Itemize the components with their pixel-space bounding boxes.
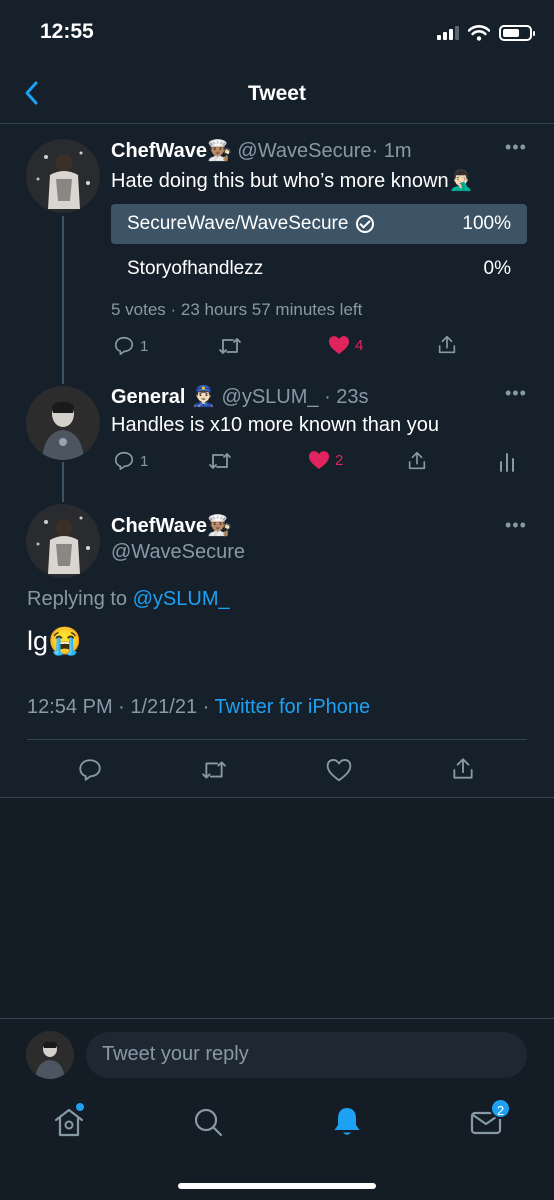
user-handle[interactable]: @WaveSecure	[111, 541, 245, 564]
search-icon	[194, 1108, 223, 1137]
page-title: Tweet	[248, 82, 306, 105]
tweet-text-content: Hate doing this but who’s more known	[111, 170, 449, 192]
thread-line	[62, 462, 64, 502]
messages-badge: 2	[490, 1098, 511, 1119]
more-options-button[interactable]: •••	[505, 137, 527, 158]
tweet-header: ChefWave👨🏽‍🍳 @WaveSecure· 1m	[111, 138, 411, 163]
reply-button[interactable]	[77, 757, 103, 783]
text-emoji: 😭	[48, 626, 82, 656]
poll-option: Storyofhandlezz 0%	[111, 249, 527, 289]
tweet-text: lg😭	[27, 625, 82, 657]
heart-filled-icon	[329, 336, 349, 355]
divider	[27, 739, 527, 740]
share-button[interactable]	[436, 334, 458, 356]
new-content-dot	[76, 1103, 84, 1111]
current-user-avatar[interactable]	[26, 1031, 74, 1079]
display-name[interactable]: ChefWave	[111, 140, 207, 162]
source-link[interactable]: Twitter for iPhone	[215, 696, 371, 718]
user-handle[interactable]: @ySLUM_	[222, 386, 319, 408]
reply-button[interactable]: 1	[113, 335, 148, 357]
tab-bar: 2	[0, 1090, 554, 1200]
tweet-time: · 1m	[371, 140, 412, 162]
status-icons	[437, 22, 535, 44]
display-name[interactable]: ChefWave👨🏽‍🍳	[111, 513, 232, 538]
replying-prefix: Replying to	[27, 588, 128, 610]
name-emoji: 👨🏽‍🍳	[206, 515, 232, 537]
avatar[interactable]	[26, 386, 100, 460]
more-options-button[interactable]: •••	[505, 515, 527, 536]
check-circle-icon	[356, 215, 375, 233]
poll-option-percent: 0%	[483, 258, 511, 279]
more-options-button[interactable]: •••	[505, 383, 527, 404]
tab-messages[interactable]: 2	[468, 1098, 511, 1140]
tweet-time: · 23s	[324, 386, 369, 408]
like-button[interactable]	[326, 758, 352, 782]
reply-icon	[114, 451, 134, 471]
reply-button[interactable]: 1	[113, 450, 148, 472]
share-button[interactable]	[406, 450, 428, 472]
name-emoji: 👨🏽‍🍳	[206, 140, 232, 162]
name-emoji: 👮🏻‍♂️	[191, 386, 216, 408]
poll-option-winner: SecureWave/WaveSecure 100%	[111, 204, 527, 244]
timestamp-text: 12:54 PM · 1/21/21 ·	[27, 696, 210, 718]
like-count: 4	[355, 336, 364, 354]
reply-icon	[114, 336, 134, 356]
share-button[interactable]	[450, 756, 476, 782]
tweet-text-content: lg	[27, 626, 49, 656]
reply-input[interactable]: Tweet your reply	[86, 1032, 527, 1078]
poll-option-label: Storyofhandlezz	[127, 258, 264, 279]
retweet-icon	[209, 453, 231, 469]
avatar[interactable]	[26, 139, 100, 213]
tweet-timestamp: 12:54 PM · 1/21/21 · Twitter for iPhone	[27, 696, 370, 719]
reply-icon	[79, 759, 101, 781]
home-indicator[interactable]	[178, 1183, 376, 1189]
display-name[interactable]: General	[111, 386, 185, 408]
like-count: 2	[335, 451, 344, 469]
poll-meta: 5 votes · 23 hours 57 minutes left	[111, 300, 363, 319]
like-button[interactable]: 2	[308, 450, 343, 470]
status-bar: 12:55	[0, 0, 554, 64]
avatar[interactable]	[26, 504, 100, 578]
tweet-text: Hate doing this but who’s more known🤦🏻‍♂…	[111, 168, 474, 193]
tweet-text: Handles is x10 more known than you	[111, 414, 439, 436]
share-icon	[453, 758, 473, 779]
tab-notifications[interactable]	[329, 1104, 365, 1140]
bell-icon	[334, 1108, 360, 1135]
navigation-header: Tweet	[0, 64, 554, 124]
reply-bar: Tweet your reply	[0, 1018, 554, 1090]
thread-line	[62, 216, 64, 384]
user-handle[interactable]: @WaveSecure	[237, 140, 371, 162]
display-name-text: ChefWave	[111, 515, 207, 537]
like-button[interactable]: 4	[328, 335, 363, 355]
wifi-icon	[468, 25, 490, 41]
retweet-button[interactable]	[200, 758, 228, 782]
poll-option-label: SecureWave/WaveSecure	[127, 213, 349, 234]
retweet-button[interactable]	[218, 335, 242, 357]
reply-count: 1	[140, 452, 149, 470]
share-icon	[408, 451, 426, 470]
cellular-signal-icon	[437, 26, 459, 40]
reply-count: 1	[140, 337, 149, 355]
retweet-icon	[202, 761, 226, 779]
poll-votes: 5 votes	[111, 300, 166, 319]
tweet-header: General 👮🏻‍♂️ @ySLUM_ · 23s	[111, 384, 369, 409]
share-icon	[438, 335, 456, 354]
replying-to: Replying to @ySLUM_	[27, 588, 230, 611]
status-time: 12:55	[40, 20, 94, 43]
poll-option-percent: 100%	[462, 213, 511, 234]
analytics-icon	[500, 453, 514, 472]
retweet-button[interactable]	[208, 450, 232, 472]
text-emoji: 🤦🏻‍♂️	[448, 170, 474, 192]
heart-filled-icon	[309, 451, 329, 470]
analytics-button[interactable]	[498, 451, 516, 473]
battery-icon	[499, 25, 535, 41]
tab-home[interactable]	[51, 1103, 87, 1140]
poll-time-left: 23 hours 57 minutes left	[180, 300, 363, 319]
replying-to-link[interactable]: @ySLUM_	[133, 588, 230, 610]
retweet-icon	[219, 338, 241, 354]
heart-icon	[326, 759, 352, 782]
tab-search[interactable]	[190, 1104, 226, 1140]
